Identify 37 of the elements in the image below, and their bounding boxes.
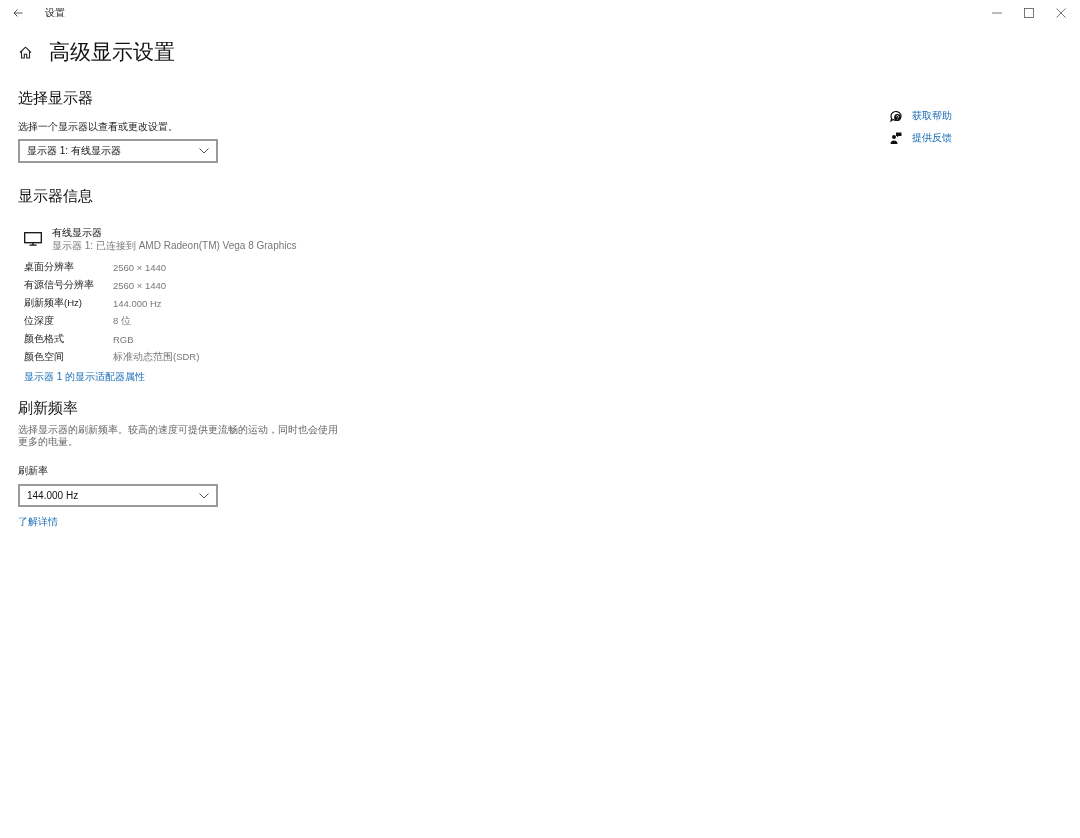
chevron-down-icon — [199, 148, 209, 154]
section-heading: 刷新频率 — [18, 398, 78, 418]
help-icon — [890, 110, 902, 122]
page-title: 高级显示设置 — [49, 39, 175, 65]
chevron-down-icon — [199, 492, 209, 499]
monitor-icon — [24, 232, 42, 246]
section-description: 选择一个显示器以查看或更改设置。 — [18, 120, 178, 134]
learn-more-link[interactable]: 了解详情 — [18, 515, 58, 529]
info-value: 标准动态范围(SDR) — [113, 350, 200, 364]
info-label: 桌面分辨率 — [24, 260, 75, 274]
feedback-icon — [890, 132, 902, 144]
section-heading: 选择显示器 — [18, 88, 93, 108]
info-value: 144.000 Hz — [113, 297, 162, 309]
section-description: 选择显示器的刷新频率。较高的速度可提供更流畅的运动，同时也会使用更多的电量。 — [18, 424, 339, 448]
info-value: RGB — [113, 333, 134, 345]
info-value: 8 位 — [113, 314, 131, 328]
info-label: 有源信号分辨率 — [24, 278, 95, 292]
window-title: 设置 — [45, 5, 65, 20]
info-label: 颜色空间 — [24, 350, 65, 364]
get-help-link[interactable]: 获取帮助 — [912, 109, 952, 123]
info-label: 刷新频率(Hz) — [24, 296, 83, 310]
back-icon[interactable] — [13, 7, 23, 18]
monitor-connection: 显示器 1: 已连接到 AMD Radeon(TM) Vega 8 Graphics — [52, 239, 297, 252]
info-label: 位深度 — [24, 314, 55, 328]
info-label: 颜色格式 — [24, 332, 65, 346]
adapter-properties-link[interactable]: 显示器 1 的显示适配器属性 — [24, 368, 146, 386]
info-value: 2560 × 1440 — [113, 279, 167, 291]
field-label: 刷新率 — [18, 464, 48, 478]
display-dropdown[interactable]: 显示器 1: 有线显示器 — [18, 139, 218, 163]
monitor-name: 有线显示器 — [52, 226, 102, 239]
refresh-rate-dropdown[interactable]: 144.000 Hz — [18, 484, 218, 507]
maximize-icon[interactable] — [1024, 7, 1034, 18]
give-feedback-link[interactable]: 提供反馈 — [912, 131, 952, 145]
info-value: 2560 × 1440 — [113, 261, 167, 273]
home-icon[interactable] — [19, 45, 32, 59]
section-heading: 显示器信息 — [18, 186, 93, 206]
close-icon[interactable] — [1056, 7, 1066, 18]
